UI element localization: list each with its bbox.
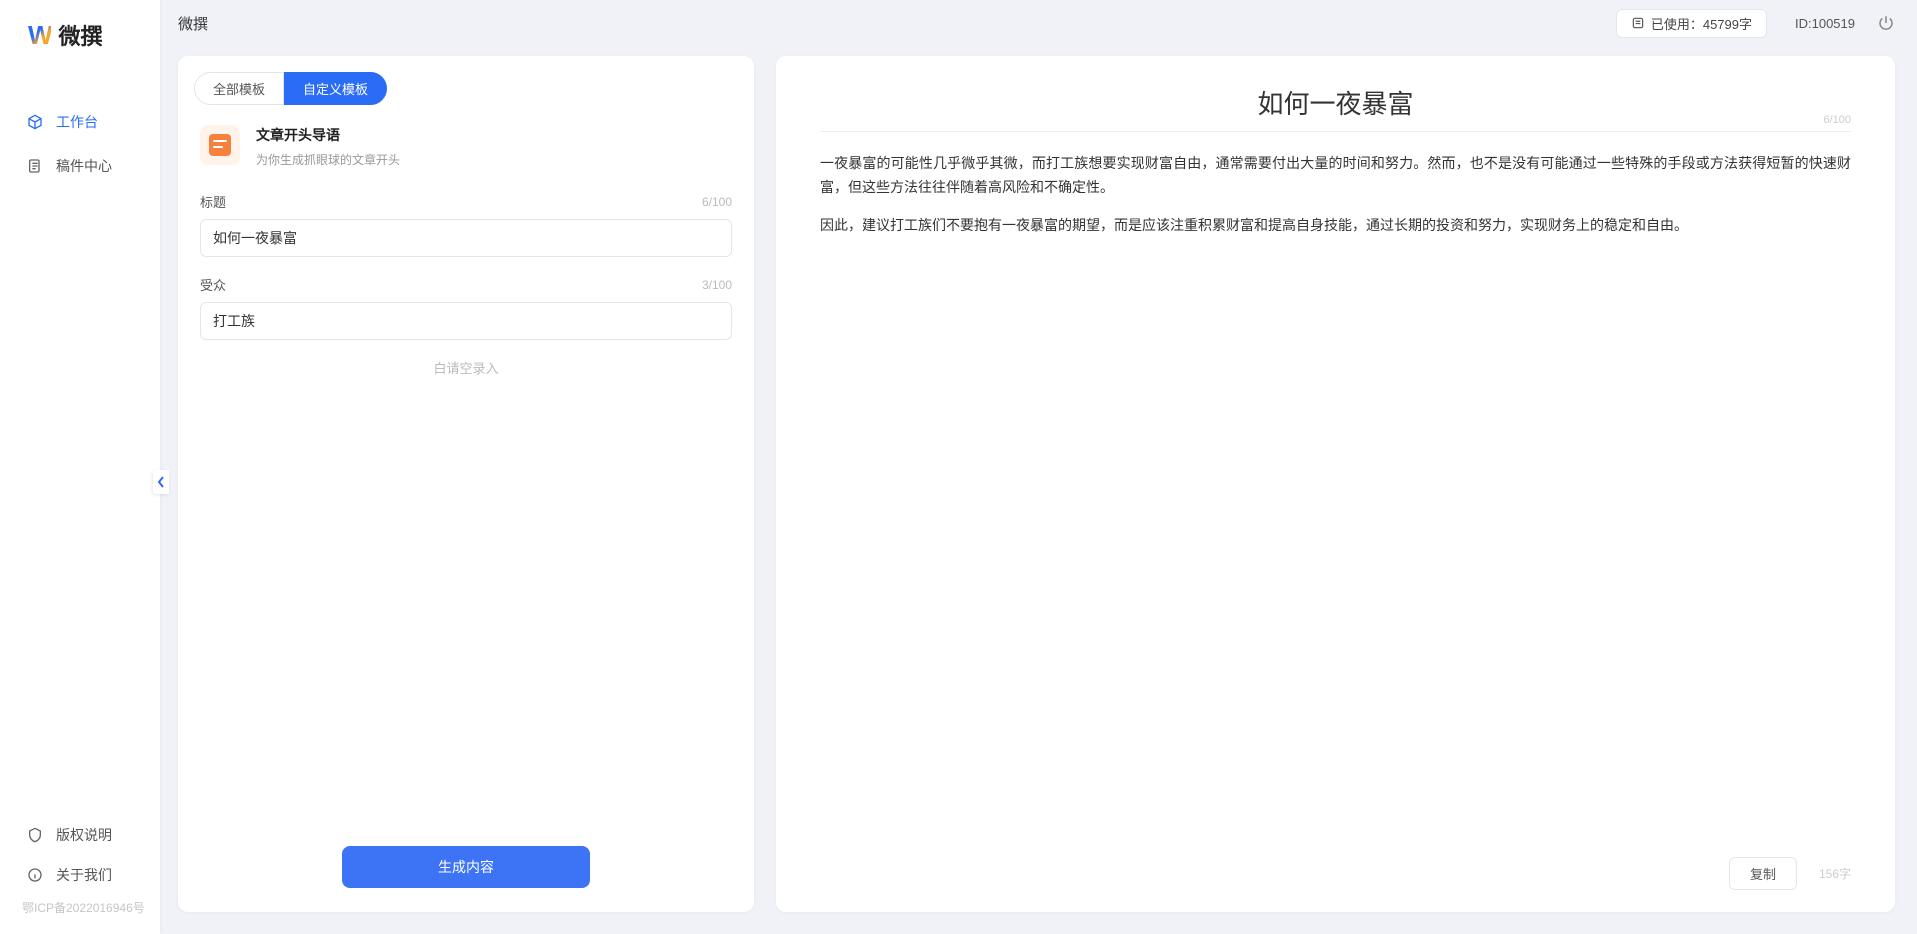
nav-label: 稿件中心 <box>56 156 112 176</box>
logo: W 微撰 <box>0 0 160 70</box>
chevron-left-icon <box>157 476 165 488</box>
template-icon <box>200 125 240 165</box>
template-info: 文章开头导语 为你生成抓眼球的文章开头 <box>178 105 754 184</box>
left-panel: 全部模板 自定义模板 文章开头导语 为你生成抓眼球的文章开头 标题 <box>178 56 754 912</box>
word-count: 156字 <box>1819 865 1851 882</box>
usage-value: 45799字 <box>1703 14 1752 33</box>
page-title: 微撰 <box>178 13 208 34</box>
output-paragraph: 一夜暴富的可能性几乎微乎其微，而打工族想要实现财富自由，通常需要付出大量的时间和… <box>820 152 1851 200</box>
cube-icon <box>26 113 44 131</box>
output-header: 如何一夜暴富 6/100 <box>776 56 1895 142</box>
field-title-count: 6/100 <box>702 195 732 209</box>
info-icon <box>26 866 44 884</box>
audience-input[interactable] <box>200 302 732 340</box>
power-button[interactable] <box>1877 14 1895 32</box>
user-id: ID:100519 <box>1795 16 1855 31</box>
shield-icon <box>26 826 44 844</box>
icp-text: 鄂ICP备2022016946号 <box>0 895 160 922</box>
template-desc: 为你生成抓眼球的文章开头 <box>256 151 400 168</box>
right-panel: 如何一夜暴富 6/100 一夜暴富的可能性几乎微乎其微，而打工族想要实现财富自由… <box>776 56 1895 912</box>
bottom-item-copyright[interactable]: 版权说明 <box>0 815 160 855</box>
sidebar-nav: 工作台 稿件中心 <box>0 70 160 815</box>
power-icon <box>1877 14 1895 32</box>
tab-all-templates[interactable]: 全部模板 <box>194 72 284 105</box>
form: 标题 6/100 受众 3/100 白请空录入 <box>178 184 754 826</box>
output-paragraph: 因此，建议打工族们不要抱有一夜暴富的期望，而是应该注重积累财富和提高自身技能，通… <box>820 214 1851 238</box>
content: 全部模板 自定义模板 文章开头导语 为你生成抓眼球的文章开头 标题 <box>160 46 1917 934</box>
template-tabs: 全部模板 自定义模板 <box>178 56 754 105</box>
usage-label: 已使用： <box>1651 14 1703 33</box>
tab-custom-template[interactable]: 自定义模板 <box>284 72 387 105</box>
document-icon <box>26 157 44 175</box>
sidebar-collapse-handle[interactable] <box>153 470 169 494</box>
nav-item-workspace[interactable]: 工作台 <box>0 100 160 144</box>
sidebar-bottom: 版权说明 关于我们 鄂ICP备2022016946号 <box>0 815 160 934</box>
field-audience-label: 受众 <box>200 275 226 294</box>
bottom-label: 关于我们 <box>56 865 112 885</box>
clear-input-link[interactable]: 白请空录入 <box>200 358 732 377</box>
output-title: 如何一夜暴富 <box>820 84 1851 132</box>
field-audience-count: 3/100 <box>702 278 732 292</box>
output-title-count: 6/100 <box>1823 114 1851 126</box>
sidebar: W 微撰 工作台 稿件中心 版权说明 <box>0 0 160 934</box>
logo-mark: W <box>28 20 51 51</box>
output-footer: 复制 156字 <box>776 843 1895 912</box>
nav-item-drafts[interactable]: 稿件中心 <box>0 144 160 188</box>
main: 微撰 已使用： 45799字 ID:100519 全部模板 自定义模板 <box>160 0 1917 934</box>
usage-pill[interactable]: 已使用： 45799字 <box>1616 9 1767 38</box>
text-icon <box>1631 16 1645 30</box>
bottom-item-about[interactable]: 关于我们 <box>0 855 160 895</box>
topbar: 微撰 已使用： 45799字 ID:100519 <box>160 0 1917 46</box>
generate-button[interactable]: 生成内容 <box>342 846 590 888</box>
logo-text: 微撰 <box>59 19 103 51</box>
nav-label: 工作台 <box>56 112 98 132</box>
output-body: 一夜暴富的可能性几乎微乎其微，而打工族想要实现财富自由，通常需要付出大量的时间和… <box>776 142 1895 843</box>
title-input[interactable] <box>200 219 732 257</box>
template-name: 文章开头导语 <box>256 125 400 145</box>
copy-button[interactable]: 复制 <box>1729 857 1797 890</box>
field-title-label: 标题 <box>200 192 226 211</box>
bottom-label: 版权说明 <box>56 825 112 845</box>
